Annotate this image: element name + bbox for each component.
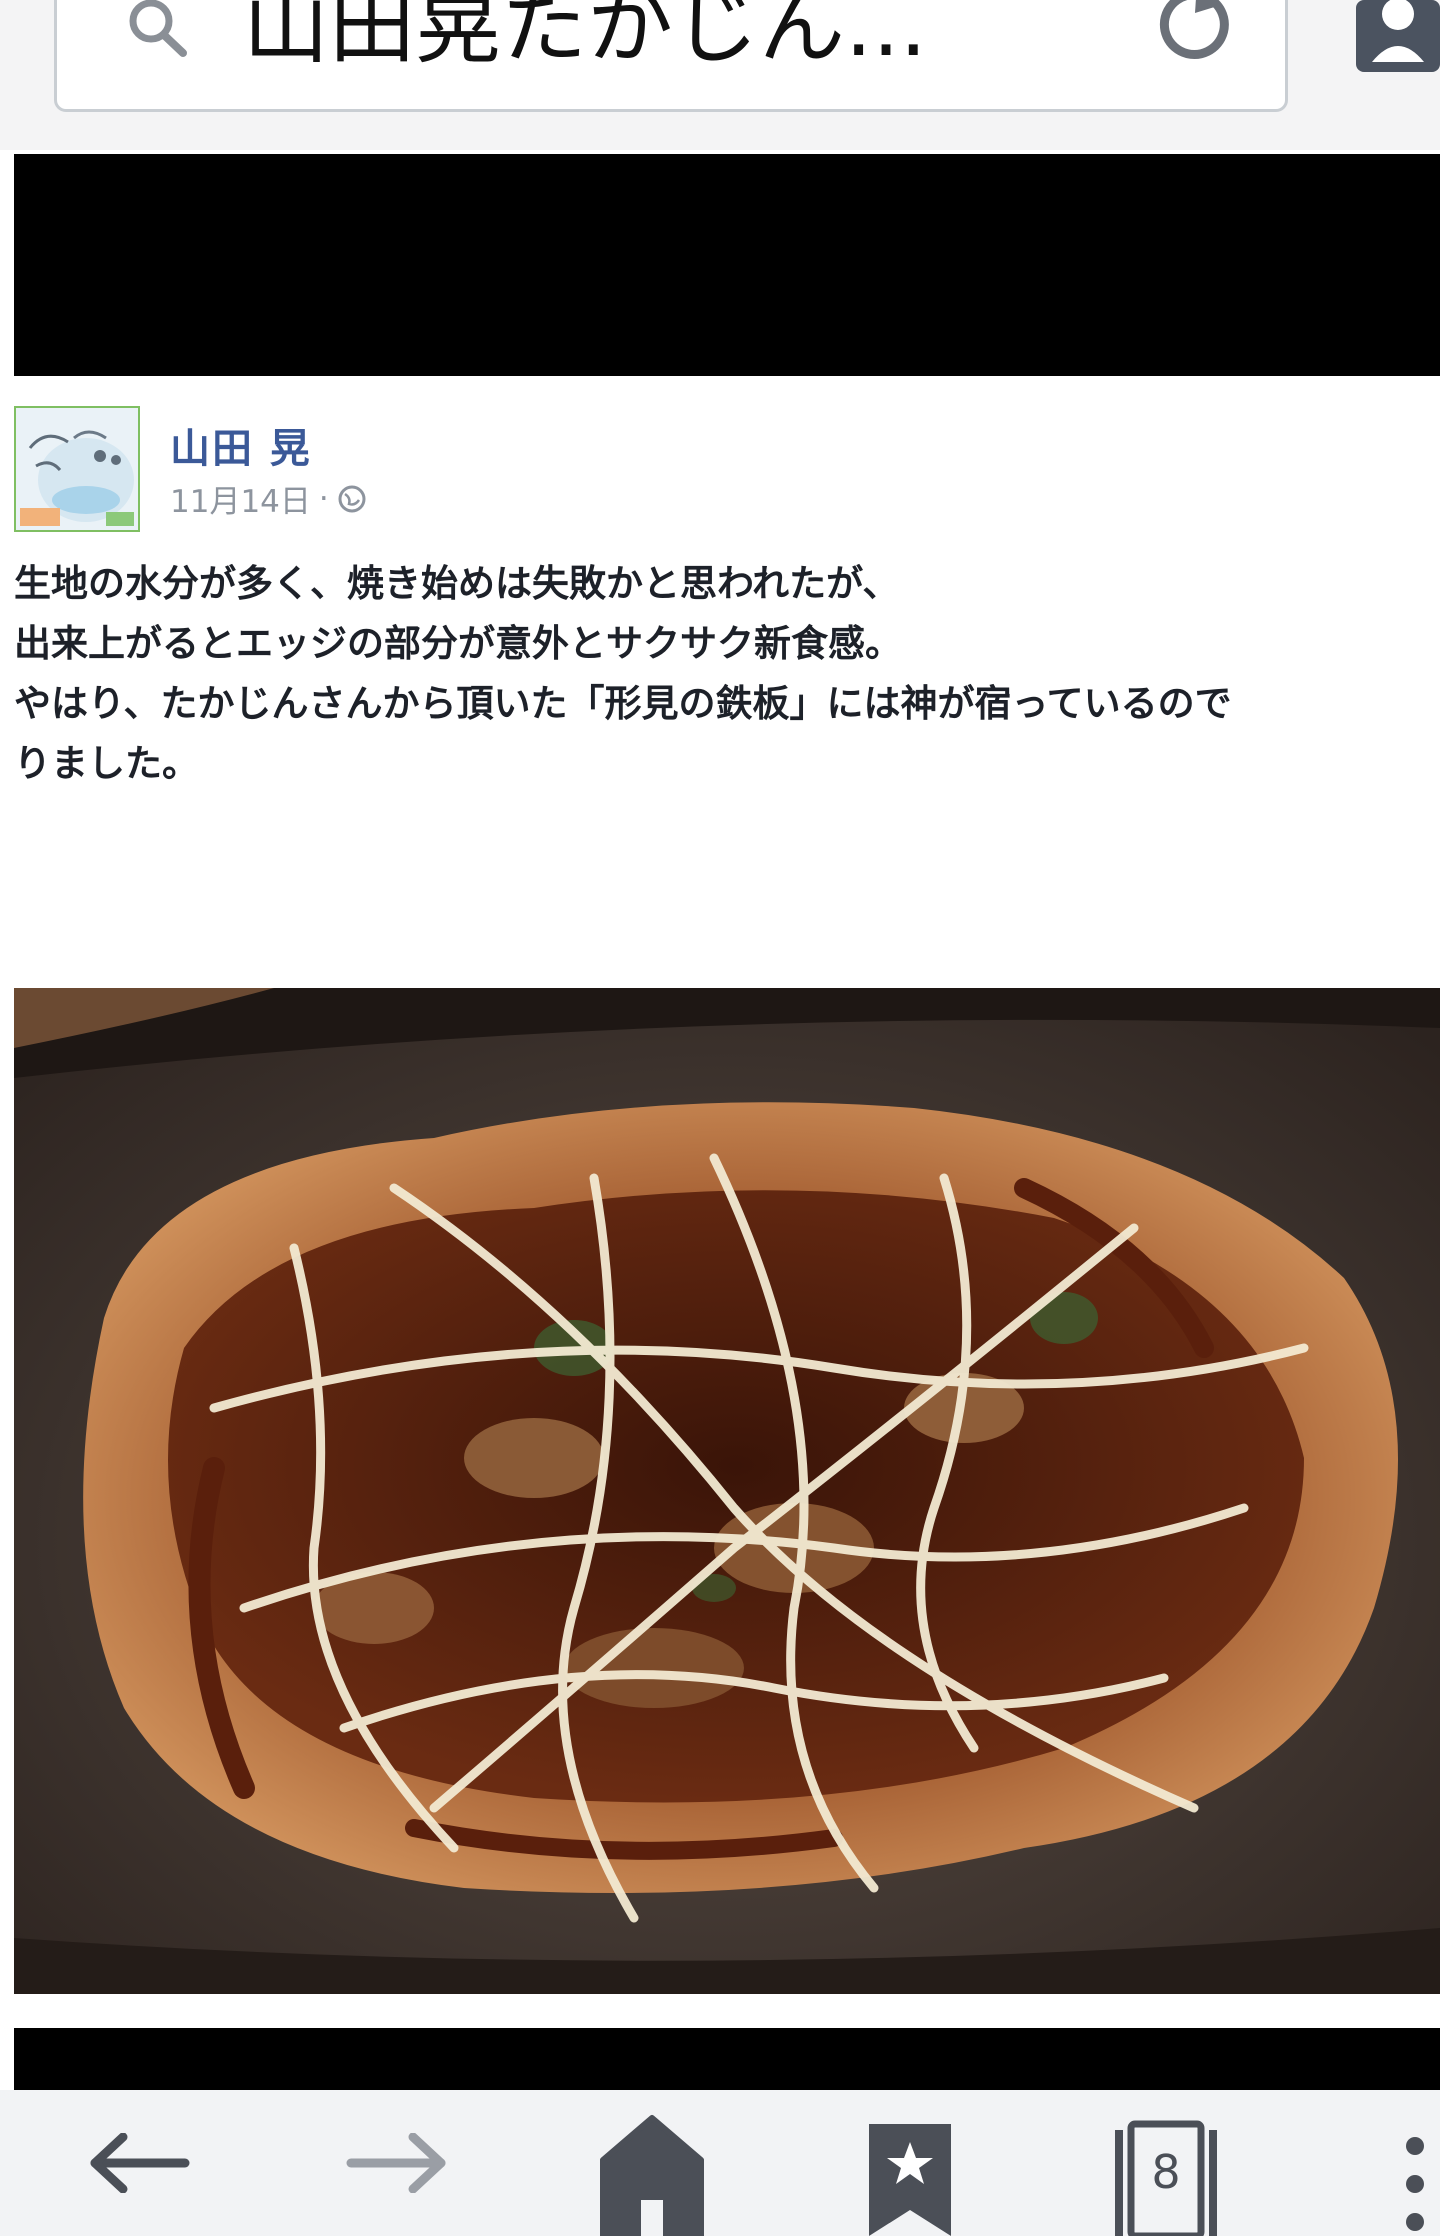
tabs-icon: 8 xyxy=(1115,2120,1217,2236)
post-body: 生地の水分が多く、焼き始めは失敗かと思われたが、 出来上がるとエッジの部分が意外… xyxy=(14,554,1440,794)
bookmark-star-icon xyxy=(869,2124,951,2236)
forward-arrow-icon xyxy=(346,2133,446,2193)
bottom-toolbar: 8 xyxy=(0,2090,1440,2236)
url-field[interactable]: 山田晃たかじん... xyxy=(54,0,1288,112)
bookmark-button[interactable] xyxy=(860,2090,960,2236)
post-line: 生地の水分が多く、焼き始めは失敗かと思われたが、 xyxy=(14,562,900,605)
reload-icon[interactable] xyxy=(1139,0,1239,61)
post-card: 山田 晃 11月14日 · 生地の水分が多く、焼き始めは失敗かと思われたが、 出… xyxy=(14,376,1440,2026)
post-photo[interactable] xyxy=(14,988,1440,1994)
back-button[interactable] xyxy=(80,2090,200,2236)
author-avatar[interactable] xyxy=(14,406,140,532)
page-content: 山田 晃 11月14日 · 生地の水分が多く、焼き始めは失敗かと思われたが、 出… xyxy=(14,154,1440,2090)
home-icon xyxy=(600,2115,704,2236)
author-name[interactable]: 山田 晃 xyxy=(170,416,312,474)
meta-separator: · xyxy=(318,480,329,517)
forward-button[interactable] xyxy=(336,2090,456,2236)
back-arrow-icon xyxy=(90,2133,190,2193)
bottom-black-band xyxy=(14,2028,1440,2090)
menu-dots-icon xyxy=(1406,2137,1424,2231)
post-meta: 11月14日 · xyxy=(170,476,367,521)
okonomiyaki-photo xyxy=(14,988,1440,1994)
tab-count: 8 xyxy=(1151,2145,1180,2199)
browser-window: 山田晃たかじん... 山田 晃 11月14日 · 生地の水分が多く、焼き始めは失… xyxy=(0,0,1440,2236)
top-black-band xyxy=(14,154,1440,376)
post-date[interactable]: 11月14日 xyxy=(170,476,311,521)
globe-icon xyxy=(338,485,366,512)
address-bar: 山田晃たかじん... xyxy=(0,0,1440,150)
url-text[interactable]: 山田晃たかじん... xyxy=(243,0,1083,81)
avatar-illustration xyxy=(16,408,138,530)
tabs-button[interactable]: 8 xyxy=(1106,2090,1226,2236)
post-line: やはり、たかじんさんから頂いた「形見の鉄板」には神が宿っているので xyxy=(14,682,1232,725)
home-button[interactable] xyxy=(590,2090,714,2236)
search-icon xyxy=(129,0,187,57)
profile-icon[interactable] xyxy=(1356,0,1440,72)
post-line: 出来上がるとエッジの部分が意外とサクサク新食感。 xyxy=(14,622,902,665)
menu-button[interactable] xyxy=(1390,2090,1440,2236)
post-line: りました。 xyxy=(14,742,199,785)
